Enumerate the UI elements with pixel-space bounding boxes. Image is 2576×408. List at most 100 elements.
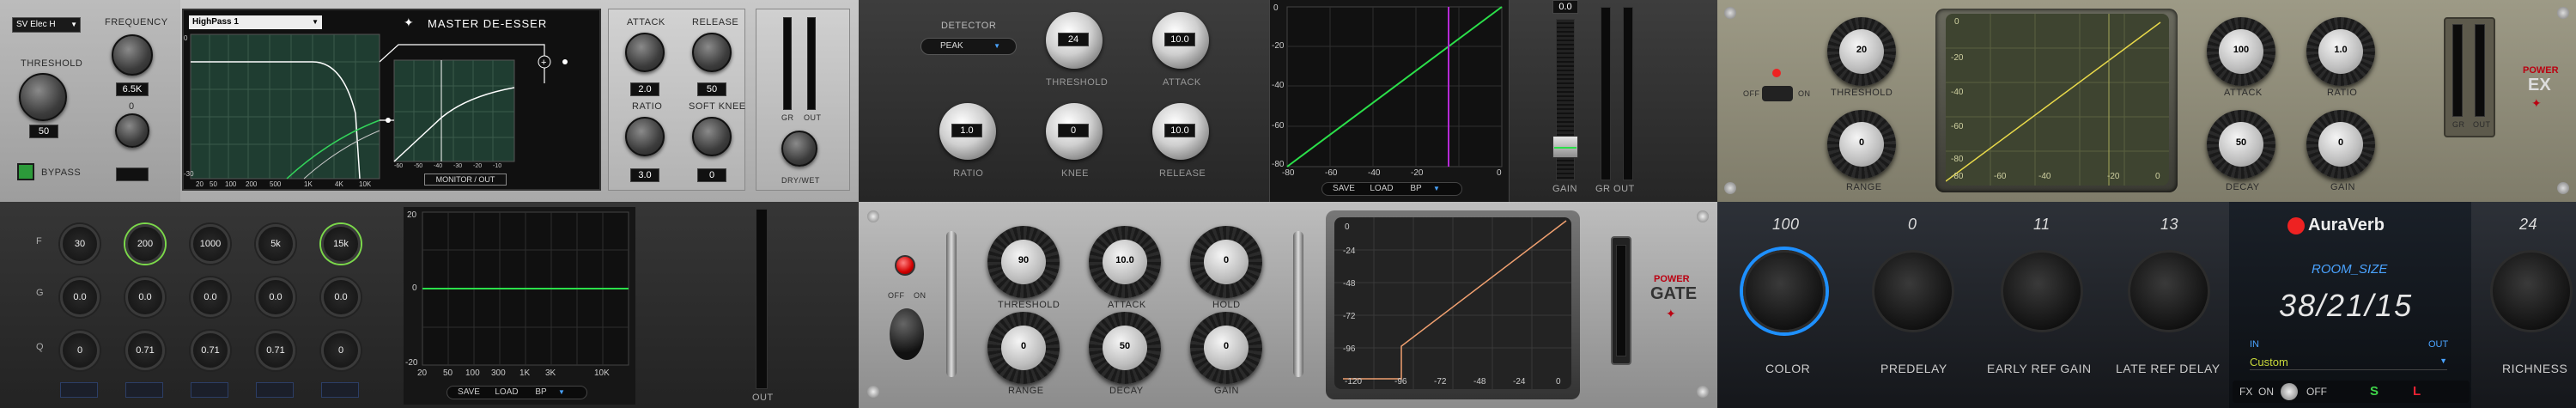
eq-knob[interactable]: 0.0 — [191, 277, 230, 317]
eq-knob[interactable]: 5k — [256, 224, 295, 264]
deesser-preset-select[interactable]: SV Elec H ▼ — [12, 17, 81, 33]
eq-knob[interactable]: 0.0 — [321, 277, 361, 317]
knee-value[interactable]: 0 — [1058, 124, 1089, 137]
frequency-fine-value[interactable] — [116, 167, 149, 181]
eq-knob[interactable]: 0 — [321, 331, 361, 370]
freq-tick: 4K — [335, 180, 343, 188]
range-label: RANGE — [1846, 182, 1882, 192]
late-ref-delay-knob[interactable] — [2128, 250, 2210, 332]
eq-band-button[interactable] — [191, 382, 228, 398]
x-tick: -40 — [2038, 172, 2051, 181]
fx-toggle-icon[interactable] — [2281, 383, 2298, 400]
predelay-knob[interactable] — [1872, 250, 1954, 332]
threshold-value[interactable]: 24 — [1058, 33, 1089, 46]
threshold-knob[interactable]: 90 — [987, 226, 1060, 298]
preset-select[interactable]: Custom ▼ — [2250, 355, 2447, 370]
bp-button[interactable]: BP — [1406, 184, 1426, 193]
threshold-knob[interactable]: 24 — [1046, 12, 1103, 69]
frequency-knob[interactable] — [112, 34, 153, 76]
decay-knob[interactable]: 50 — [2207, 110, 2275, 179]
eq-knob[interactable]: 0.71 — [191, 331, 230, 370]
monitor-out-button[interactable]: MONITOR / OUT — [424, 174, 507, 186]
predelay-value: 0 — [1908, 216, 1917, 233]
y-tick: 0 — [1954, 17, 1959, 27]
attack-knob[interactable]: 10.0 — [1152, 12, 1209, 69]
range-knob[interactable]: 0 — [1827, 110, 1896, 179]
freq-tick: 20 — [196, 180, 204, 188]
attack-knob[interactable] — [625, 33, 665, 72]
frequency-value[interactable]: 6.5K — [116, 82, 149, 96]
hold-label: HOLD — [1212, 300, 1241, 310]
s-button[interactable]: S — [2370, 384, 2379, 399]
drywet-knob[interactable] — [781, 131, 817, 167]
ratio-value[interactable]: 3.0 — [630, 168, 659, 182]
gain-fader-led — [1554, 147, 1577, 149]
hold-knob[interactable]: 0 — [1190, 226, 1262, 298]
eq-knob[interactable]: 0.0 — [60, 277, 100, 317]
eq-knob[interactable]: 200 — [125, 224, 165, 264]
bypass-button[interactable] — [17, 163, 34, 180]
fx-on-button[interactable]: ON — [2258, 386, 2274, 398]
eq-knob[interactable]: 0 — [60, 331, 100, 370]
detector-panel: DETECTOR PEAK ▼ 24 THRESHOLD 10.0 ATTACK… — [859, 0, 1717, 202]
eq-band-button[interactable] — [256, 382, 294, 398]
eq-knob[interactable]: 15k — [321, 224, 361, 264]
threshold-knob[interactable] — [19, 73, 67, 121]
ratio-value[interactable]: 1.0 — [951, 124, 982, 137]
power-toggle-switch[interactable] — [890, 308, 924, 360]
early-ref-gain-knob[interactable] — [2001, 250, 2083, 332]
powerex-brand-bottom: EX — [2528, 76, 2551, 94]
save-button[interactable]: SAVE — [1328, 184, 1359, 193]
threshold-value[interactable]: 50 — [29, 125, 58, 138]
range-knob[interactable]: 0 — [987, 312, 1060, 384]
eq-display: 20 0 -20 20 50 100 300 1K 3K 10K SAVE LO… — [404, 207, 635, 405]
richness-value: 24 — [2519, 216, 2538, 233]
ratio-knob[interactable] — [625, 117, 665, 156]
attack-value[interactable]: 2.0 — [630, 82, 659, 96]
eq-knob[interactable]: 1000 — [191, 224, 230, 264]
frequency-fine-knob[interactable] — [115, 113, 149, 148]
release-value[interactable]: 50 — [697, 82, 726, 96]
decay-knob[interactable]: 50 — [1089, 312, 1161, 384]
detector-mode-select[interactable]: PEAK ▼ — [920, 38, 1017, 55]
eq-knob[interactable]: 0.71 — [125, 331, 165, 370]
gain-knob[interactable]: 0 — [2306, 110, 2375, 179]
release-value[interactable]: 10.0 — [1164, 124, 1195, 137]
eq-band-button[interactable] — [125, 382, 163, 398]
attack-knob[interactable]: 100 — [2207, 17, 2275, 86]
softknee-value[interactable]: 0 — [697, 168, 726, 182]
gain-value[interactable]: 0.0 — [1552, 0, 1578, 14]
eq-knob[interactable]: 0.71 — [256, 331, 295, 370]
release-knob[interactable] — [692, 33, 732, 72]
l-button[interactable]: L — [2413, 384, 2421, 399]
load-button[interactable]: LOAD — [1366, 184, 1397, 193]
save-button[interactable]: SAVE — [453, 387, 484, 397]
release-knob[interactable]: 10.0 — [1152, 103, 1209, 160]
ratio-value: 1.0 — [2334, 45, 2348, 55]
powerex-brand-top: POWER — [2523, 65, 2559, 76]
x-tick: 20 — [417, 368, 428, 378]
ratio-knob[interactable]: 1.0 — [2306, 17, 2375, 86]
fx-off-button[interactable]: OFF — [2306, 386, 2327, 398]
eq-knob[interactable]: 0.0 — [256, 277, 295, 317]
x-tick: -72 — [1434, 377, 1447, 387]
softknee-knob[interactable] — [692, 117, 732, 156]
range-value: 0 — [1858, 137, 1865, 148]
color-knob[interactable] — [1743, 250, 1826, 332]
eq-band-button[interactable] — [60, 382, 98, 398]
eq-band-button[interactable] — [321, 382, 359, 398]
attack-knob[interactable]: 10.0 — [1089, 226, 1161, 298]
gate-handle-mid — [1293, 231, 1303, 377]
threshold-knob[interactable]: 20 — [1827, 17, 1896, 86]
eq-knob[interactable]: 30 — [60, 224, 100, 264]
attack-value[interactable]: 10.0 — [1164, 33, 1195, 46]
power-switch[interactable] — [1762, 86, 1793, 101]
bp-button[interactable]: BP — [531, 387, 551, 397]
out-meter — [1616, 245, 1626, 356]
load-button[interactable]: LOAD — [491, 387, 522, 397]
knee-knob[interactable]: 0 — [1046, 103, 1103, 160]
gain-knob[interactable]: 0 — [1190, 312, 1262, 384]
ratio-knob[interactable]: 1.0 — [939, 103, 996, 160]
eq-knob[interactable]: 0.0 — [125, 277, 165, 317]
richness-knob[interactable] — [2490, 250, 2573, 332]
